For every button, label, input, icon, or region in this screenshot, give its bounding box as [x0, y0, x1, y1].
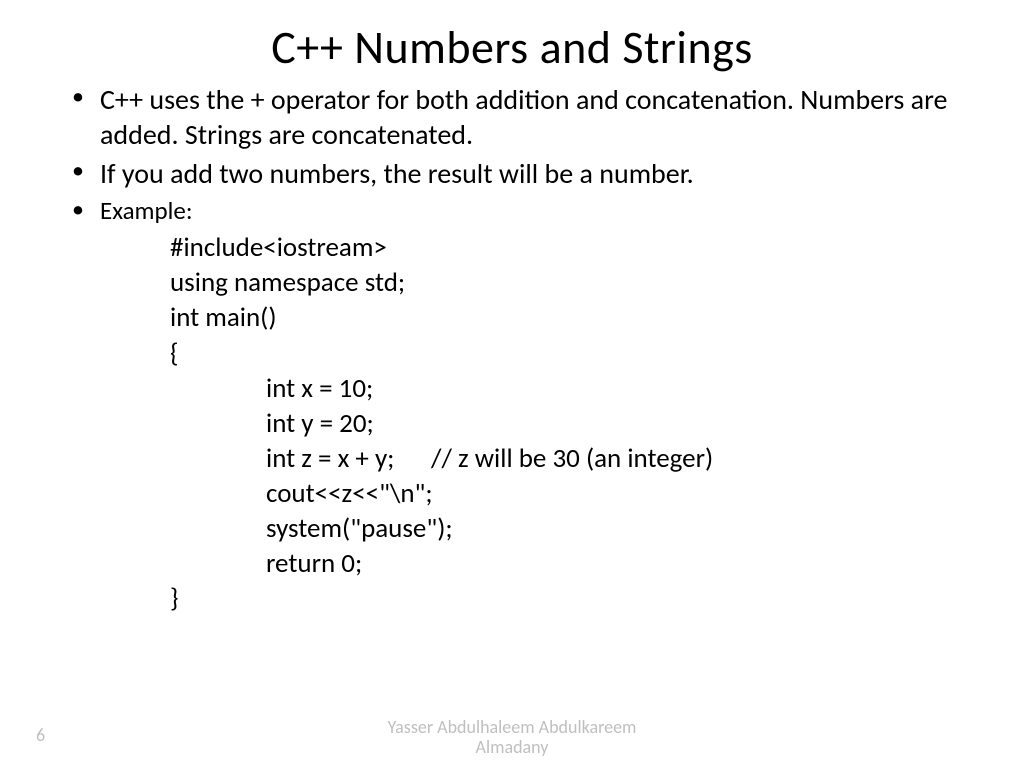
slide-title: C++ Numbers and Strings [60, 20, 964, 76]
author-line: Yasser Abdulhaleem Abdulkareem [0, 717, 1024, 738]
code-line: cout<<z<<"\n"; [170, 476, 964, 511]
code-line: return 0; [170, 546, 964, 581]
author-line: Almadany [0, 737, 1024, 758]
author-footer: Yasser Abdulhaleem Abdulkareem Almadany [0, 717, 1024, 758]
code-line: { [170, 336, 964, 371]
bullet-item: C++ uses the + operator for both additio… [100, 82, 964, 152]
code-line: int y = 20; [170, 406, 964, 441]
bullet-list: C++ uses the + operator for both additio… [60, 82, 964, 226]
code-line: using namespace std; [170, 265, 964, 300]
slide: C++ Numbers and Strings C++ uses the + o… [0, 0, 1024, 768]
code-line: int x = 10; [170, 371, 964, 406]
code-block: #include<iostream> using namespace std; … [60, 230, 964, 616]
bullet-item: Example: [100, 195, 964, 226]
bullet-item: If you add two numbers, the result will … [100, 156, 964, 191]
code-line: system("pause"); [170, 511, 964, 546]
code-line: #include<iostream> [170, 230, 964, 265]
code-line: int z = x + y; // z will be 30 (an integ… [170, 441, 964, 476]
code-line: } [170, 581, 964, 616]
code-line: int main() [170, 300, 964, 335]
